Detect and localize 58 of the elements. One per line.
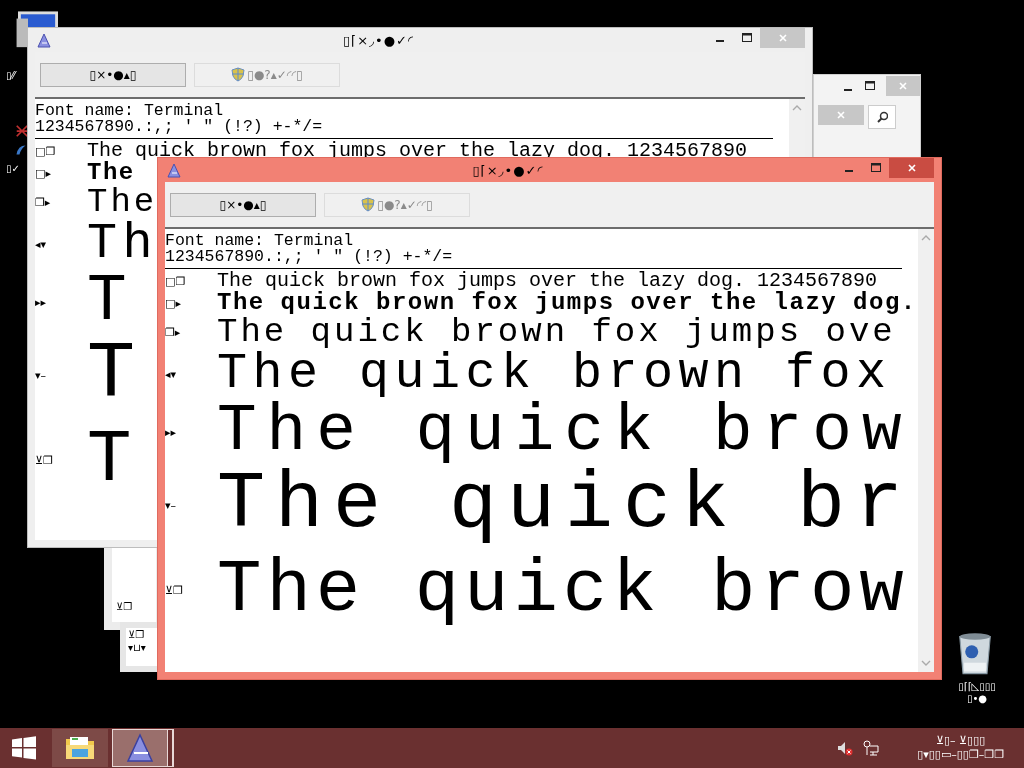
shield-icon — [361, 197, 376, 212]
sample-text: Th — [87, 219, 158, 269]
windows-logo-icon[interactable] — [11, 736, 37, 760]
sample-text: The quick brow — [217, 549, 909, 631]
character-sample: 1234567890.:,; ' " (!?) +-*/= — [165, 249, 453, 265]
toolbar-button[interactable]: ▯×•●▴▯ — [40, 62, 186, 87]
sample-text: The quick brown fox jumps over the lazy dog. 1234567890 — [217, 271, 878, 291]
search-field[interactable] — [868, 105, 896, 129]
shield-icon — [231, 67, 246, 82]
speaker-muted-icon[interactable] — [837, 740, 854, 756]
sample-text: The quick brown fox jumps ove — [217, 315, 896, 349]
row-marker: ◂▾ — [165, 367, 178, 381]
sample-text: T — [87, 269, 137, 335]
maximize-icon[interactable] — [864, 80, 876, 92]
sample-text: The — [87, 161, 135, 185]
row-marker: ▸▸ — [35, 295, 48, 309]
row-marker: ⊻❐ — [116, 600, 134, 613]
sample-text: The quick brown fox jumps over the lazy dog. — [217, 291, 917, 315]
taskbar-button[interactable] — [52, 729, 108, 767]
window-title: ▯⌈×◞•●✓◜ — [341, 32, 416, 48]
app-icon — [37, 32, 51, 48]
row-marker: ❐▸ — [165, 325, 182, 339]
row-marker: ⊻❐ — [165, 583, 184, 597]
font-name-label: Font name: Terminal — [165, 233, 354, 249]
row-marker: □▸ — [35, 166, 52, 180]
toolbar-button[interactable]: ▯×•●▴▯ — [170, 192, 316, 217]
row-marker: ⊻❐ — [128, 628, 146, 641]
row-marker: ▾– — [165, 498, 178, 512]
sample-text: The — [87, 185, 158, 219]
sample-text: The quick br — [217, 465, 914, 545]
desktop-icon-label[interactable]: ▯✓ — [6, 163, 20, 175]
clock[interactable]: ⊻▯– ⊻▯▯▯ ▯▾▯▯▭–▯▯❐–❐❐ — [917, 734, 1004, 762]
row-marker: □▸ — [165, 296, 182, 310]
maximize-icon[interactable] — [740, 32, 753, 44]
row-marker: ⊻❐ — [35, 453, 54, 467]
row-marker: ▾⊔▾ — [128, 641, 147, 654]
app-icon[interactable] — [124, 733, 156, 763]
close-icon[interactable] — [905, 162, 918, 174]
font-name-label: Font name: Terminal — [35, 103, 224, 119]
sample-text: The quick brown fox — [217, 349, 892, 399]
row-marker: ◂▾ — [35, 237, 48, 251]
row-marker: ▾– — [35, 368, 48, 382]
maximize-icon[interactable] — [869, 162, 882, 174]
app-icon — [167, 162, 181, 178]
row-marker: ❐▸ — [35, 195, 52, 209]
sample-text: T — [87, 419, 137, 501]
character-sample: 1234567890.:,; ' " (!?) +-*/= — [35, 119, 323, 135]
desktop-icon-label[interactable]: ▯•● — [966, 693, 988, 705]
row-marker: ▸▸ — [165, 425, 178, 439]
sample-text: The quick brow — [217, 399, 912, 465]
row-marker: □❐ — [35, 144, 57, 158]
desktop-icon-label[interactable]: ▯⁄⁄ — [6, 70, 15, 82]
row-marker: □❐ — [165, 274, 187, 288]
sample-text: T — [87, 335, 145, 415]
network-icon[interactable] — [863, 740, 880, 756]
window-title: ▯⌈×◞•●✓◜ — [471, 162, 545, 178]
desktop-icon-label[interactable]: ▯⌈⌈◺▯▯▯ — [958, 681, 996, 693]
search-icon[interactable] — [876, 111, 888, 123]
